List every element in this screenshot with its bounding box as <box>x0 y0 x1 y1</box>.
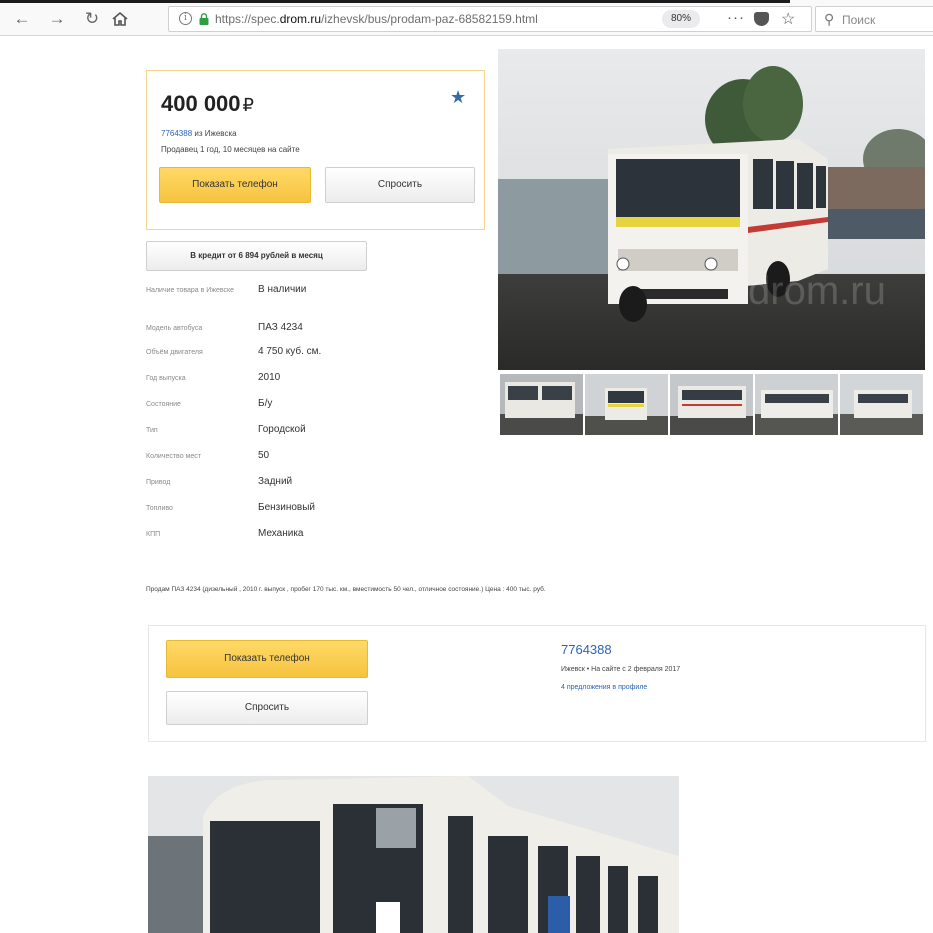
offers-link[interactable]: 4 предложения <box>561 684 610 691</box>
star-icon[interactable]: ☆ <box>781 9 795 29</box>
home-icon[interactable] <box>110 9 130 29</box>
spec-value: 50 <box>258 450 270 461</box>
spec-key: Количество мест <box>146 453 201 460</box>
spec-value: Задний <box>258 476 293 487</box>
spec-key: Тип <box>146 427 158 434</box>
spec-value: Механика <box>258 528 304 539</box>
spec-key: Состояние <box>146 401 181 408</box>
thumbnail[interactable] <box>500 374 583 435</box>
description: Продам ПАЗ 4234 (дизельный , 2010 г. вып… <box>146 586 546 593</box>
search-icon: ⚲ <box>824 11 835 27</box>
favorite-star-icon[interactable]: ★ <box>450 87 466 108</box>
tab-strip-edge <box>0 0 790 3</box>
seller-id-link[interactable]: 7764388 <box>561 642 612 657</box>
info-icon[interactable]: i <box>179 12 192 25</box>
thumbnail[interactable] <box>670 374 753 435</box>
main-photo[interactable]: drom.ru <box>498 49 925 370</box>
thumbnail[interactable] <box>840 374 923 435</box>
address-bar[interactable]: i https://spec.drom.ru/izhevsk/bus/proda… <box>168 6 812 32</box>
pocket-icon[interactable] <box>754 12 769 26</box>
thumbnail[interactable] <box>755 374 838 435</box>
spec-value: Бензиновый <box>258 502 315 513</box>
spec-key: Наличие товара в Ижевске <box>146 287 235 294</box>
seller-offers: 4 предложения в профиле <box>561 684 648 691</box>
zoom-indicator[interactable]: 80% <box>662 10 700 28</box>
search-placeholder: Поиск <box>842 13 876 27</box>
reload-icon[interactable]: ↻ <box>82 9 102 29</box>
spec-key: Год выпуска <box>146 375 186 382</box>
credit-button[interactable]: В кредит от 6 894 рублей в месяц <box>146 241 367 271</box>
spec-key: Объём двигателя <box>146 349 203 356</box>
spec-value: Б/у <box>258 398 273 409</box>
thumbnail[interactable] <box>585 374 668 435</box>
spec-value: 4 750 куб. см. <box>258 346 322 357</box>
large-photo[interactable] <box>148 776 679 933</box>
spec-key: Модель автобуса <box>146 325 203 332</box>
svg-text:drom.ru: drom.ru <box>748 269 886 313</box>
ask-button[interactable]: Спросить <box>166 691 368 725</box>
browser-toolbar: ← → ↻ i https://spec.drom.ru/izhevsk/bus… <box>0 0 933 36</box>
show-phone-button[interactable]: Показать телефон <box>166 640 368 678</box>
spec-key: Привод <box>146 479 171 486</box>
page-actions-menu-icon[interactable]: ··· <box>727 9 745 26</box>
seller-link[interactable]: 7764388 <box>161 129 192 138</box>
search-box[interactable]: ⚲ Поиск <box>815 6 933 32</box>
back-arrow-icon[interactable]: ← <box>12 9 32 29</box>
lock-icon <box>199 13 209 25</box>
spec-value: В наличии <box>258 284 307 295</box>
seller-meta: Ижевск • На сайте с 2 февраля 2017 <box>561 666 681 673</box>
spec-key: КПП <box>146 531 161 538</box>
spec-value: ПАЗ 4234 <box>258 322 303 333</box>
show-phone-button[interactable]: Показать телефон <box>159 167 311 203</box>
seller-since: Продавец 1 год, 10 месяцев на сайте <box>161 145 300 154</box>
seller-line: 7764388 из Ижевска <box>161 129 237 138</box>
photo-thumbnails <box>500 374 924 435</box>
spec-value: 2010 <box>258 372 281 383</box>
price: 400 000 ₽ <box>161 91 254 116</box>
forward-arrow-icon[interactable]: → <box>47 9 67 29</box>
spec-key: Топливо <box>146 505 173 512</box>
url-text[interactable]: https://spec.drom.ru/izhevsk/bus/prodam-… <box>215 12 538 26</box>
ask-button[interactable]: Спросить <box>325 167 475 203</box>
price-card: 400 000 ₽ ★ 7764388 из Ижевска Продавец 1… <box>146 70 485 230</box>
seller-contact-block: Показать телефон Спросить 7764388 Ижевск… <box>148 625 926 742</box>
spec-value: Городской <box>258 424 306 435</box>
